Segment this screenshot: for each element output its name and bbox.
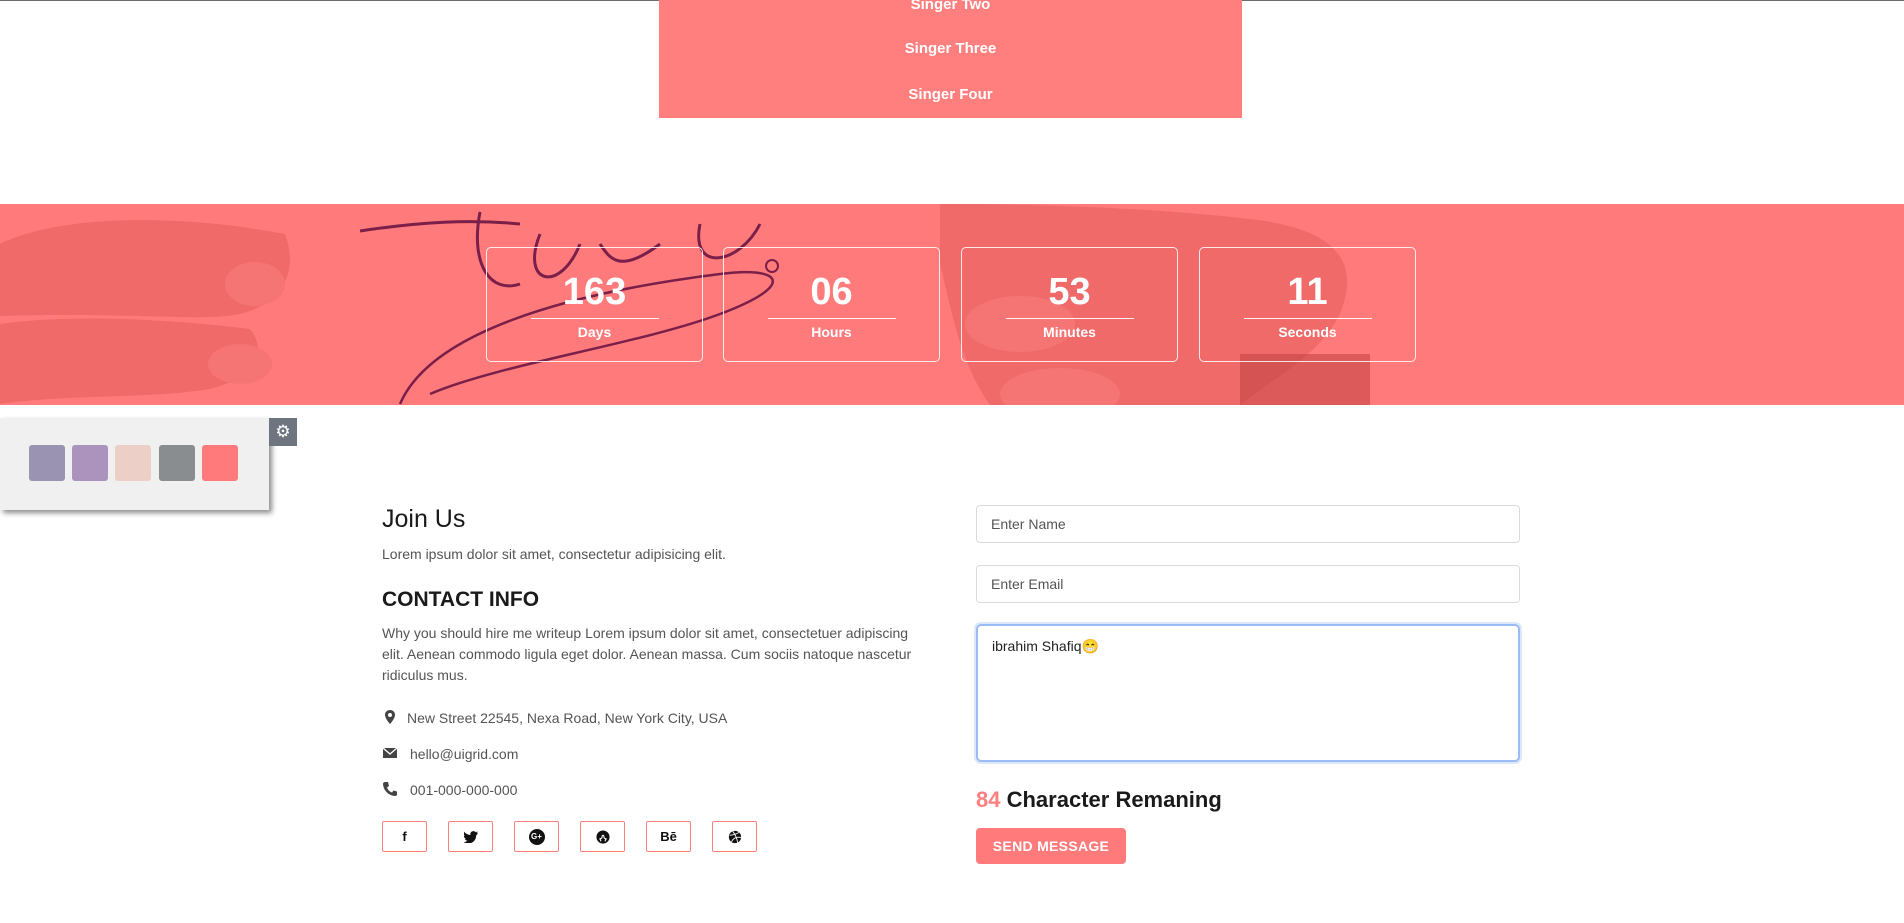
behance-icon: Bē: [660, 829, 677, 844]
color-swatch-peach[interactable]: [115, 445, 151, 481]
facebook-icon: f: [402, 829, 407, 844]
dropdown-item-singer-three[interactable]: Singer Three: [659, 39, 1242, 59]
countdown-divider: [1005, 318, 1134, 319]
countdown-minutes-value: 53: [1048, 271, 1091, 313]
singers-dropdown-menu: Singer Two Singer Three Singer Four: [659, 0, 1242, 118]
map-marker-icon: [385, 710, 395, 724]
message-textarea[interactable]: ibrahim Shafiq😁: [976, 624, 1520, 762]
github-button[interactable]: [580, 821, 625, 852]
email-input[interactable]: [976, 565, 1520, 603]
countdown-divider: [767, 318, 896, 319]
dribbble-button[interactable]: [712, 821, 757, 852]
color-switcher-panel: [0, 418, 269, 510]
contact-info-description: Why you should hire me writeup Lorem ips…: [382, 625, 912, 683]
join-us-subtitle: Lorem ipsum dolor sit amet, consectetur …: [382, 546, 726, 562]
countdown-minutes: 53 Minutes: [961, 247, 1178, 362]
join-us-heading: Join Us: [382, 505, 466, 533]
character-count-value: 84: [976, 787, 1001, 812]
countdown-hours-value: 06: [810, 271, 853, 313]
color-swatch-gray[interactable]: [159, 445, 195, 481]
countdown-minutes-label: Minutes: [1043, 324, 1096, 340]
phone-icon: [383, 782, 397, 796]
send-message-button[interactable]: SEND MESSAGE: [976, 828, 1126, 864]
countdown-banner: 163 Days 06 Hours 53 Minutes 11 Seconds: [0, 204, 1904, 405]
countdown-days-value: 163: [562, 271, 627, 313]
countdown-hours: 06 Hours: [723, 247, 940, 362]
countdown-divider: [530, 318, 659, 319]
email-text[interactable]: hello@uigrid.com: [410, 746, 518, 762]
name-input[interactable]: [976, 505, 1520, 543]
countdown-seconds-label: Seconds: [1278, 324, 1337, 340]
dropdown-item-singer-two[interactable]: Singer Two: [659, 0, 1242, 15]
countdown-divider: [1243, 318, 1372, 319]
color-swatch-coral[interactable]: [202, 445, 238, 481]
google-plus-button[interactable]: G+: [514, 821, 559, 852]
twitter-icon: [463, 831, 478, 844]
countdown-days-label: Days: [577, 324, 612, 340]
envelope-icon: [382, 747, 398, 758]
character-counter: 84 Character Remaning: [976, 787, 1222, 813]
dropdown-item-singer-four[interactable]: Singer Four: [659, 85, 1242, 105]
address-text: New Street 22545, Nexa Road, New York Ci…: [407, 710, 728, 726]
banner-background-image: [0, 204, 1904, 405]
countdown-seconds-value: 11: [1287, 271, 1328, 313]
page: Singer Two Singer Three Singer Four 163: [0, 0, 1904, 923]
countdown-seconds: 11 Seconds: [1199, 247, 1416, 362]
facebook-button[interactable]: f: [382, 821, 427, 852]
dribbble-icon: [728, 830, 741, 844]
phone-text: 001-000-000-000: [410, 782, 518, 798]
color-swatch-lavender[interactable]: [72, 445, 108, 481]
countdown-hours-label: Hours: [811, 324, 852, 340]
github-icon: [595, 830, 610, 844]
contact-info-heading: CONTACT INFO: [382, 588, 540, 611]
countdown-days: 163 Days: [486, 247, 703, 362]
gear-icon[interactable]: ⚙: [269, 418, 297, 446]
google-plus-icon: G+: [528, 829, 545, 845]
behance-button[interactable]: Bē: [646, 821, 691, 852]
color-swatch-purple-gray[interactable]: [29, 445, 65, 481]
twitter-button[interactable]: [448, 821, 493, 852]
character-count-label: Character Remaning: [1006, 787, 1222, 812]
